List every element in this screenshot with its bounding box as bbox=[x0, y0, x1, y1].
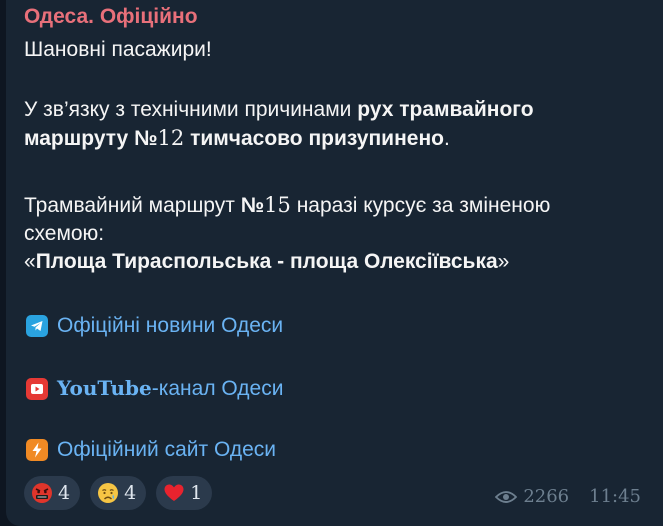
reaction-crying[interactable]: 4 bbox=[90, 476, 147, 510]
link-youtube-channel[interactable]: YouTube-канал Одеси bbox=[26, 376, 283, 401]
message-bold-text: № bbox=[240, 194, 265, 217]
message-paragraph-1: У зв’язку з технічними причинами рух тра… bbox=[24, 96, 654, 153]
reaction-count: 4 bbox=[58, 482, 71, 504]
message-text: схемою: bbox=[24, 222, 105, 245]
crying-face-icon bbox=[96, 481, 120, 505]
message-bubble: Одеса. Офіційно Шановні пасажири! У зв’я… bbox=[6, 0, 663, 526]
reaction-angry[interactable]: 4 bbox=[24, 476, 81, 510]
message-meta: 2266 11:45 bbox=[495, 486, 641, 507]
reaction-heart[interactable]: 1 bbox=[156, 476, 213, 510]
angry-face-icon bbox=[30, 481, 54, 505]
link-label[interactable]: YouTube-канал Одеси bbox=[57, 376, 283, 401]
youtube-icon bbox=[26, 377, 48, 400]
heart-icon bbox=[162, 481, 186, 505]
reactions-bar: 4 4 1 bbox=[24, 476, 213, 510]
message-text: наразі курсує за зміненою bbox=[290, 194, 551, 217]
message-text: Трамвайний маршрут bbox=[24, 194, 241, 217]
message-time: 11:45 bbox=[589, 486, 641, 507]
message-bold-text: рух трамвайного bbox=[357, 98, 534, 121]
quote-mark: » bbox=[497, 250, 510, 273]
message-greeting: Шановні пасажири! bbox=[24, 38, 212, 61]
quote-mark: « bbox=[24, 250, 36, 273]
route-number: 12 bbox=[157, 126, 185, 150]
message-bold-text: тимчасово призупинено bbox=[184, 127, 444, 150]
message-paragraph-2: Трамвайний маршрут №15 наразі курсує за … bbox=[24, 191, 654, 276]
link-official-news[interactable]: Офіційні новини Одеси bbox=[26, 314, 283, 338]
view-count: 2266 bbox=[523, 486, 570, 507]
reaction-count: 4 bbox=[124, 482, 137, 504]
link-official-site[interactable]: Офіційний сайт Одеси bbox=[26, 438, 276, 462]
telegram-icon bbox=[26, 315, 48, 337]
message-text: У зв’язку з технічними причинами bbox=[24, 98, 358, 121]
channel-name[interactable]: Одеса. Офіційно bbox=[24, 5, 198, 29]
message-bold-text: маршруту № bbox=[24, 127, 158, 150]
link-label[interactable]: Офіційний сайт Одеси bbox=[57, 438, 276, 462]
message-text: . bbox=[443, 127, 450, 150]
eye-icon bbox=[495, 490, 518, 504]
lightning-icon bbox=[26, 439, 48, 461]
route-number: 15 bbox=[264, 193, 291, 217]
reaction-count: 1 bbox=[190, 482, 203, 504]
route-scheme: Площа Тираспольська - площа Олексіївська bbox=[35, 250, 498, 273]
link-label[interactable]: Офіційні новини Одеси bbox=[57, 314, 283, 338]
